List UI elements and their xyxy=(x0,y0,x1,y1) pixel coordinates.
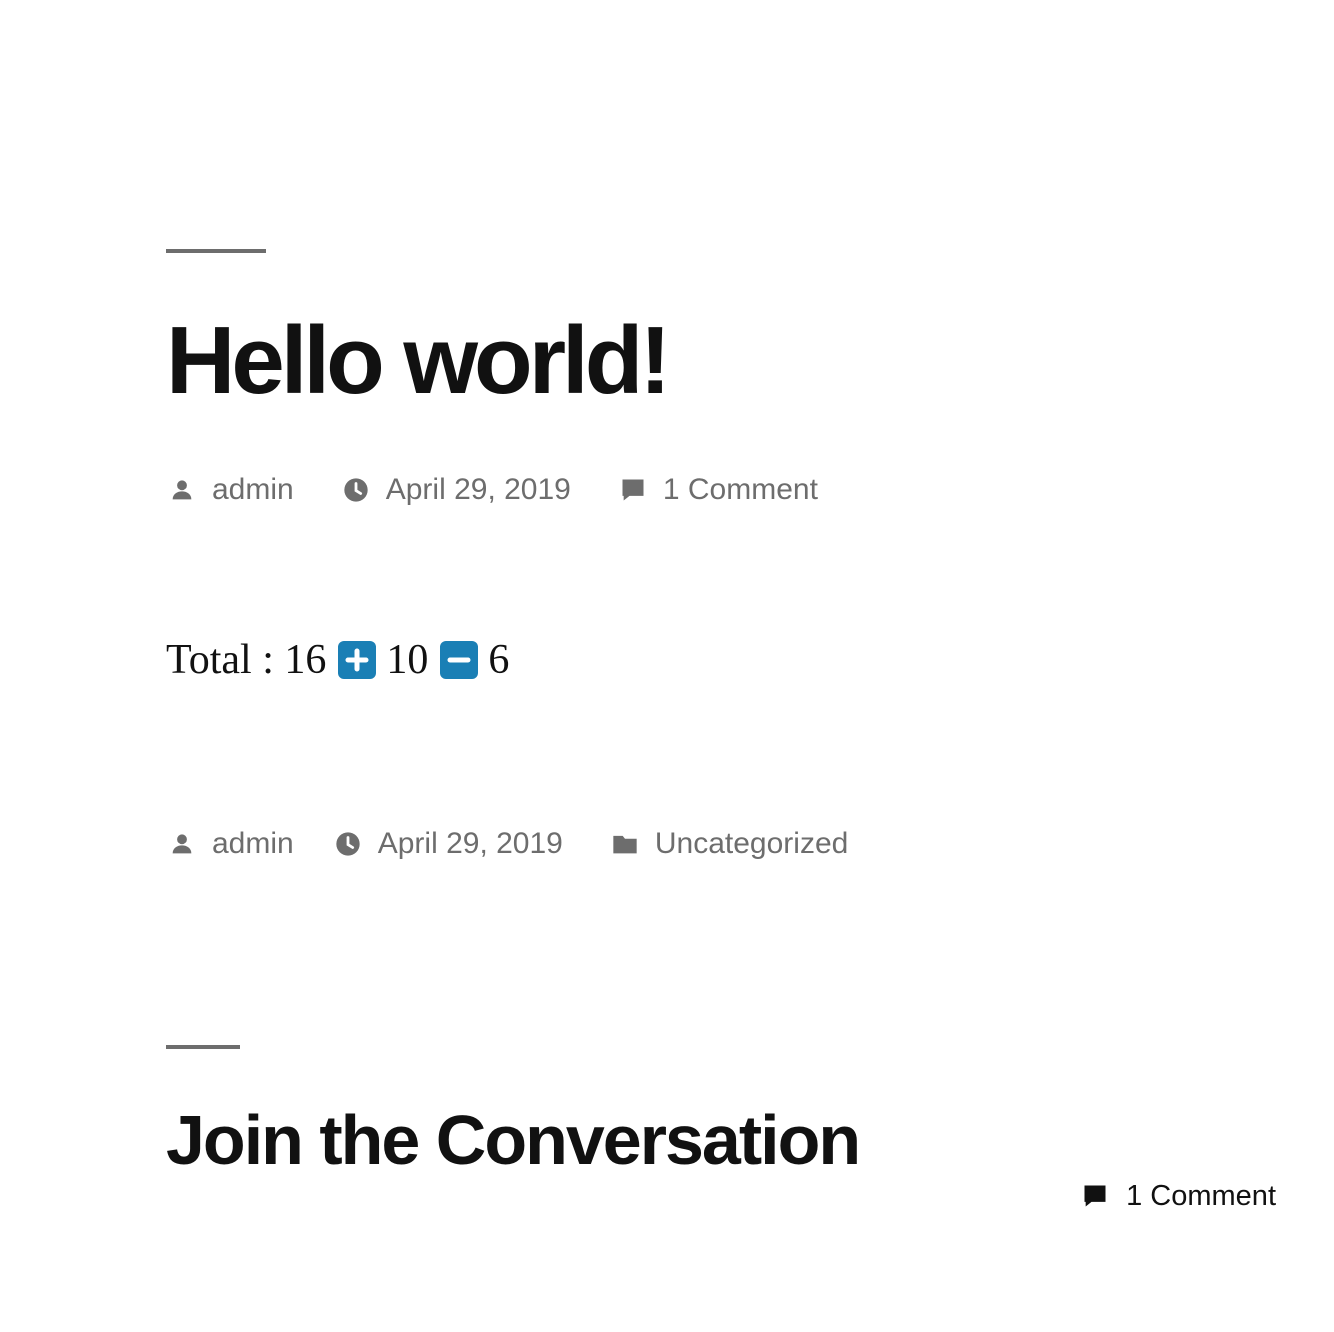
post-author: admin xyxy=(166,827,294,861)
downvote-count: 6 xyxy=(488,637,510,683)
post-date: April 29, 2019 xyxy=(332,827,563,861)
post-date: April 29, 2019 xyxy=(340,473,571,507)
section-separator xyxy=(166,1045,240,1049)
comments-link[interactable]: 1 Comment xyxy=(663,473,818,507)
post-title[interactable]: Hello world! xyxy=(166,305,671,417)
upvote-count: 10 xyxy=(386,637,429,683)
comments-section-title: Join the Conversation xyxy=(166,1101,861,1179)
comment-icon xyxy=(1080,1181,1110,1211)
upvote-button[interactable] xyxy=(338,641,377,679)
comment-icon xyxy=(617,474,649,506)
user-icon xyxy=(166,474,198,506)
post-comments: 1 Comment xyxy=(617,473,818,507)
downvote-button[interactable] xyxy=(440,641,479,679)
post-meta-bottom: admin April 29, 2019 Uncategorized xyxy=(166,824,894,864)
date-link[interactable]: April 29, 2019 xyxy=(378,827,563,861)
post-category: Uncategorized xyxy=(609,827,848,861)
post-author: admin xyxy=(166,473,294,507)
post-meta-top: admin April 29, 2019 1 Comment xyxy=(166,470,864,510)
comment-count-label: 1 Comment xyxy=(1126,1179,1276,1212)
user-icon xyxy=(166,828,198,860)
clock-icon xyxy=(340,474,372,506)
vote-total-label: Total : 16 xyxy=(166,637,327,683)
plus-icon xyxy=(345,648,369,672)
folder-icon xyxy=(609,828,641,860)
comment-count: 1 Comment xyxy=(1080,1176,1276,1216)
clock-icon xyxy=(332,828,364,860)
vote-total: Total : 16 10 6 xyxy=(166,630,521,690)
date-link[interactable]: April 29, 2019 xyxy=(386,473,571,507)
author-link[interactable]: admin xyxy=(212,827,294,861)
author-link[interactable]: admin xyxy=(212,473,294,507)
minus-icon xyxy=(447,657,471,663)
category-link[interactable]: Uncategorized xyxy=(655,827,848,861)
title-separator xyxy=(166,249,266,253)
